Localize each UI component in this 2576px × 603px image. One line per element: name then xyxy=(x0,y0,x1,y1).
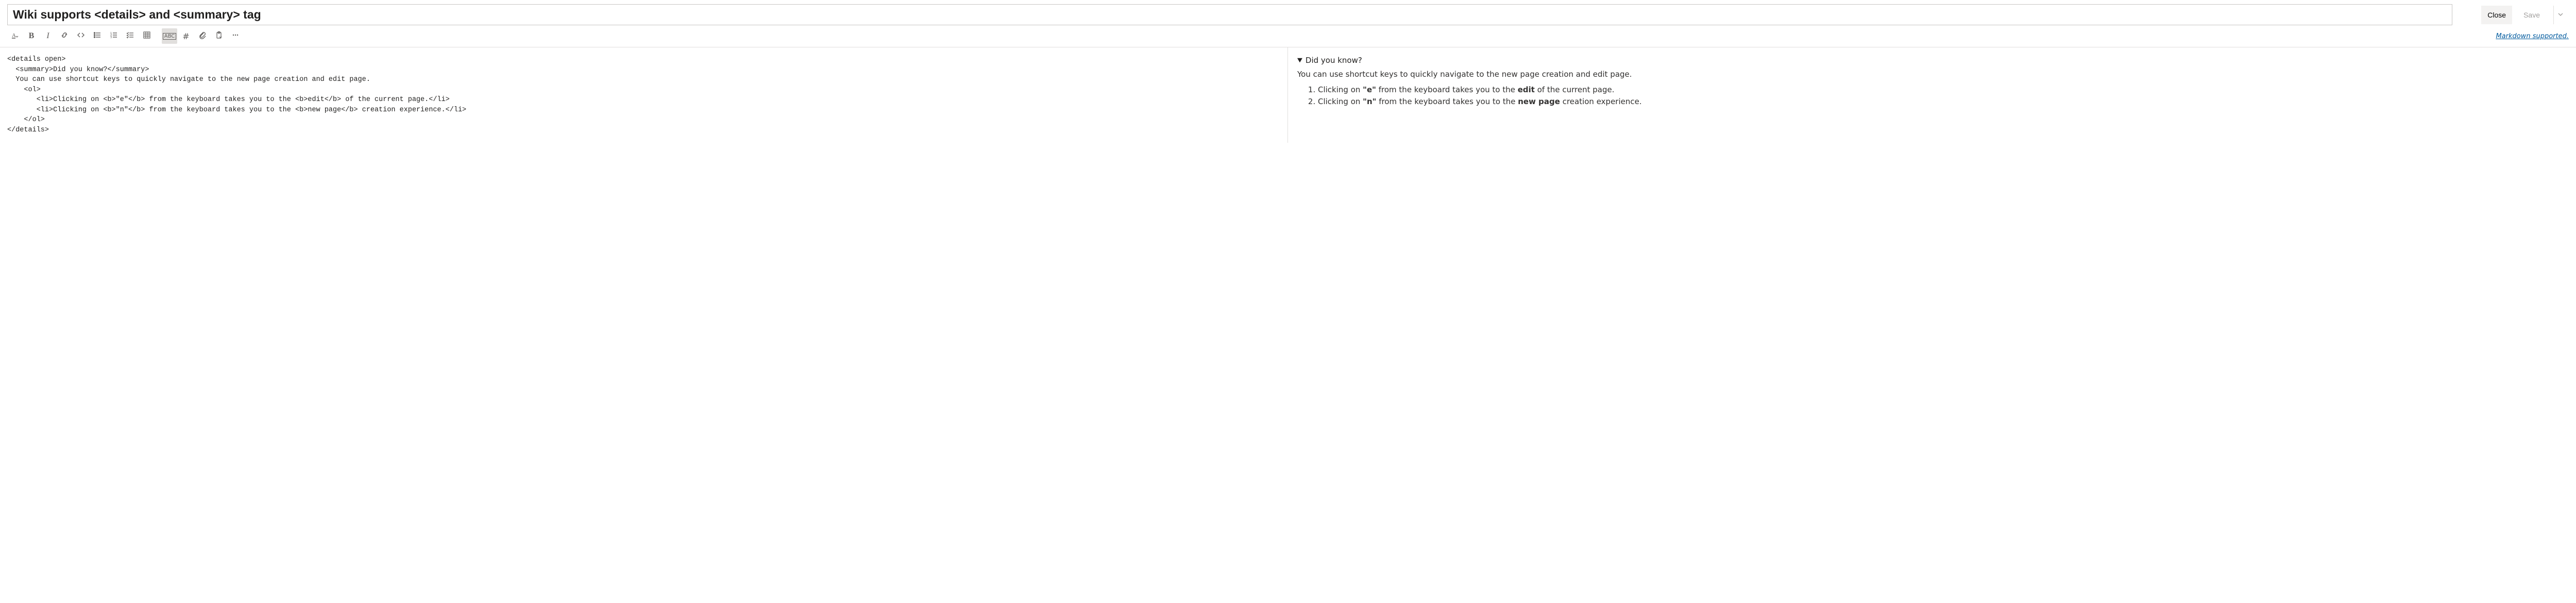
hash-icon: # xyxy=(182,31,189,41)
numbered-list-icon: 123 xyxy=(110,31,118,41)
bullet-list-button[interactable] xyxy=(90,28,105,44)
heading-button[interactable]: # xyxy=(178,28,194,44)
page-settings-button[interactable] xyxy=(2458,6,2476,24)
more-icon xyxy=(231,31,240,41)
preview-list: Clicking on "e" from the keyboard takes … xyxy=(1297,84,2567,108)
table-button[interactable] xyxy=(139,28,155,44)
preview-summary[interactable]: Did you know? xyxy=(1297,55,2567,66)
toolbar-right: Markdown supported. xyxy=(2496,32,2569,40)
bold-button[interactable]: B xyxy=(24,28,39,44)
preview-paragraph: You can use shortcut keys to quickly nav… xyxy=(1297,69,2567,80)
more-button[interactable] xyxy=(228,28,243,44)
editor-split: <details open> <summary>Did you know?</s… xyxy=(0,47,2576,143)
text: Clicking on xyxy=(1318,85,1363,94)
text-color-button[interactable]: A xyxy=(7,28,23,44)
code-icon xyxy=(77,31,85,41)
text: creation experience. xyxy=(1560,97,1642,106)
wiki-editor-page: Close Save A B I xyxy=(0,0,2576,143)
formatting-toolbar: A B I xyxy=(0,25,2576,47)
close-button[interactable]: Close xyxy=(2481,6,2512,24)
save-button[interactable]: Save xyxy=(2517,6,2546,24)
source-code[interactable]: <details open> <summary>Did you know?</s… xyxy=(7,55,1280,136)
link-button[interactable] xyxy=(57,28,72,44)
text: Clicking on xyxy=(1318,97,1363,106)
bullet-list-icon xyxy=(93,31,101,41)
abc-format-button[interactable]: ABC xyxy=(162,28,177,44)
markdown-supported-link[interactable]: Markdown supported. xyxy=(2496,32,2569,40)
clipboard-icon xyxy=(215,31,223,41)
bold-text: edit xyxy=(1518,85,1535,94)
toolbar-left: A B I xyxy=(7,28,243,44)
save-options-button[interactable] xyxy=(2553,6,2569,24)
preview-pane: Did you know? You can use shortcut keys … xyxy=(1288,47,2576,143)
text: from the keyboard takes you to the xyxy=(1376,85,1518,94)
list-item: Clicking on "n" from the keyboard takes … xyxy=(1318,96,2567,108)
code-button[interactable] xyxy=(73,28,89,44)
paste-button[interactable] xyxy=(211,28,227,44)
italic-button[interactable]: I xyxy=(40,28,56,44)
text-color-icon: A xyxy=(11,31,19,41)
table-icon xyxy=(143,31,151,41)
bold-text: "n" xyxy=(1363,97,1376,106)
chevron-down-icon xyxy=(2557,11,2564,19)
page-title-input[interactable] xyxy=(7,4,2452,25)
numbered-list-button[interactable]: 123 xyxy=(106,28,122,44)
bold-text: "e" xyxy=(1363,85,1376,94)
paperclip-icon xyxy=(198,31,207,41)
attachment-button[interactable] xyxy=(195,28,210,44)
svg-text:3: 3 xyxy=(110,36,112,39)
abc-icon: ABC xyxy=(163,33,177,40)
preview-details[interactable]: Did you know? You can use shortcut keys … xyxy=(1297,55,2567,108)
header-row: Close Save xyxy=(0,0,2576,25)
italic-icon: I xyxy=(46,31,49,41)
link-icon xyxy=(60,31,69,41)
list-item: Clicking on "e" from the keyboard takes … xyxy=(1318,84,2567,96)
bold-icon: B xyxy=(29,31,35,41)
bold-text: new page xyxy=(1518,97,1560,106)
checklist-button[interactable] xyxy=(123,28,138,44)
checklist-icon xyxy=(126,31,134,41)
svg-text:A: A xyxy=(12,32,16,39)
text: of the current page. xyxy=(1535,85,1615,94)
source-pane[interactable]: <details open> <summary>Did you know?</s… xyxy=(0,47,1288,143)
text: from the keyboard takes you to the xyxy=(1376,97,1518,106)
